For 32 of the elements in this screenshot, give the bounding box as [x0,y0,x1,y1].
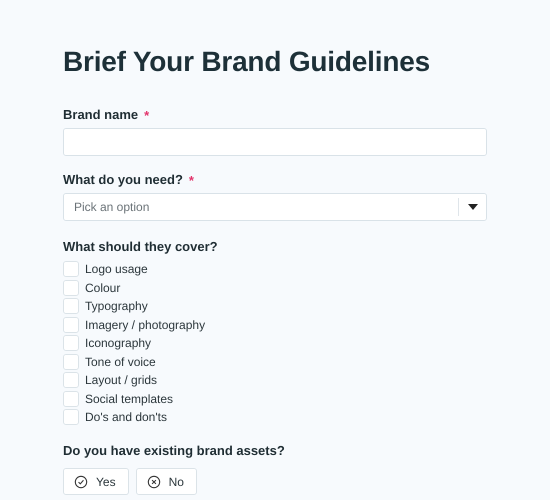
checkbox[interactable] [63,390,79,406]
checkbox[interactable] [63,335,79,351]
option-label: Typography [85,299,148,313]
required-mark: * [144,108,150,122]
option-label: Imagery / photography [85,318,206,332]
checkbox[interactable] [63,280,79,296]
field-label: Do you have existing brand assets? [63,442,286,460]
checkbox[interactable] [63,354,79,370]
field-label: What do you need? [63,171,183,189]
caret-icon [468,204,478,210]
checkbox[interactable] [63,261,79,277]
checkbox[interactable] [63,372,79,388]
field-label: What should they cover? [63,238,219,256]
option-label: Do's and don'ts [85,410,167,424]
required-mark: * [188,172,194,188]
checkbox[interactable] [63,298,79,314]
option-label: Tone of voice [85,354,156,368]
dropdown-field[interactable]: Pick an option [63,193,487,221]
option-label: Logo usage [85,262,148,276]
option-label: Layout / grids [85,373,158,387]
choice-button[interactable]: Yes [63,468,129,495]
checkbox[interactable] [63,409,79,425]
choice-button[interactable]: No [136,468,197,495]
check-circle-icon [74,474,88,488]
text-field[interactable] [63,128,487,156]
form-title: Brief Your Brand Guidelines [63,45,431,79]
option-label: Social templates [85,392,174,406]
option-label: Iconography [85,336,152,350]
option-label: Colour [85,280,120,294]
checkbox[interactable] [63,316,79,332]
field-label: Brand name [63,106,138,124]
cross-circle-icon [146,474,161,488]
